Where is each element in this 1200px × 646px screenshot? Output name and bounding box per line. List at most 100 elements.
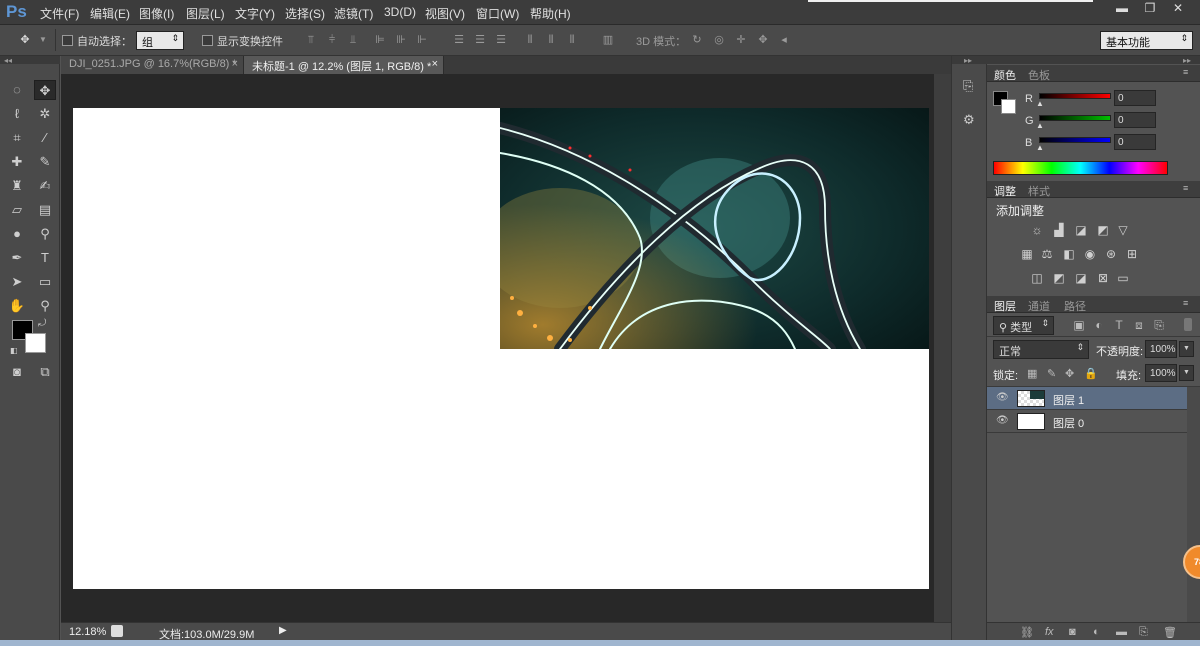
restore-button[interactable]: ❐ (1136, 0, 1164, 18)
distribute-bottom-icon[interactable]: ☰ (494, 33, 508, 47)
eraser-tool-icon[interactable]: ▱ (6, 200, 28, 220)
slide-3d-icon[interactable]: ✥ (756, 33, 770, 47)
default-colors-icon[interactable]: ◧ (10, 346, 18, 355)
filter-pixel-icon[interactable]: ▣ (1071, 318, 1087, 332)
auto-select-checkbox[interactable] (62, 35, 73, 46)
layers-scrollbar[interactable] (1187, 387, 1200, 623)
swap-colors-icon[interactable]: ⤾ (38, 318, 46, 329)
tab-paths[interactable]: 路径 (1064, 298, 1086, 314)
status-menu-arrow-icon[interactable]: ▶ (279, 625, 287, 636)
close-window-button[interactable]: ✕ (1164, 0, 1192, 18)
tab-close-icon[interactable]: × (432, 58, 438, 70)
lock-pixels-icon[interactable]: ✎ (1047, 367, 1056, 380)
zoom-tool-icon[interactable]: ⚲ (34, 296, 56, 316)
type-tool-icon[interactable]: T (34, 248, 56, 268)
channel-mixer-icon[interactable]: ⊛ (1103, 247, 1119, 261)
exposure-icon[interactable]: ◩ (1095, 223, 1111, 237)
auto-select-dropdown[interactable]: 组 ⇕ (136, 31, 184, 50)
path-select-tool-icon[interactable]: ➤ (6, 272, 28, 292)
trash-icon[interactable]: 🗑 (1163, 626, 1177, 639)
toolbox-collapse-icon[interactable]: ◂◂ (0, 56, 60, 65)
brush-tool-icon[interactable]: ✎ (34, 152, 56, 172)
tab-close-icon[interactable]: × (232, 58, 238, 70)
eyedropper-tool-icon[interactable]: ⁄ (34, 128, 56, 148)
align-right-icon[interactable]: ⊩ (415, 33, 429, 47)
layer-name[interactable]: 图层 1 (1053, 392, 1084, 408)
lasso-tool-icon[interactable]: ℓ (6, 104, 28, 124)
rotate-3d-icon[interactable]: ↻ (690, 33, 704, 47)
filter-smart-object-icon[interactable]: ⎘ (1151, 318, 1167, 332)
panel-menu-icon[interactable]: ≡ (1183, 298, 1188, 308)
fill-dropdown-icon[interactable]: ▼ (1179, 365, 1194, 381)
menu-type[interactable]: 文字(Y) (235, 5, 275, 22)
panel-menu-icon[interactable]: ≡ (1183, 67, 1188, 77)
align-left-icon[interactable]: ⊫ (373, 33, 387, 47)
brightness-icon[interactable]: ☼ (1029, 223, 1045, 237)
channel-r-slider[interactable] (1039, 93, 1111, 99)
menu-edit[interactable]: 编辑(E) (90, 5, 130, 22)
posterize-icon[interactable]: ◩ (1051, 271, 1067, 285)
gradient-tool-icon[interactable]: ▤ (34, 200, 56, 220)
panel-menu-icon[interactable]: ≡ (1183, 183, 1188, 193)
selective-color-icon[interactable]: ⊠ (1095, 271, 1111, 285)
move-tool-icon[interactable]: ✥ (34, 80, 56, 100)
tab-untitled-1[interactable]: 未标题-1 @ 12.2% (图层 1, RGB/8) * × (244, 56, 444, 74)
levels-icon[interactable]: ▟ (1051, 223, 1067, 237)
hand-tool-icon[interactable]: ✋ (6, 296, 28, 316)
history-brush-tool-icon[interactable]: ✍ (34, 176, 56, 196)
show-transform-checkbox[interactable] (202, 35, 213, 46)
distribute-vcenter-icon[interactable]: ☰ (473, 33, 487, 47)
color-balance-icon[interactable]: ⚖ (1039, 247, 1055, 261)
new-adjustment-layer-icon[interactable]: ◐ (1093, 626, 1100, 638)
distribute-left-icon[interactable]: ⫴ (523, 33, 537, 47)
quick-mask-icon[interactable]: ◙ (6, 362, 28, 382)
align-bottom-icon[interactable]: ⫫ (346, 33, 360, 47)
filter-type-icon[interactable]: T (1111, 318, 1127, 332)
tab-color[interactable]: 颜色 (994, 67, 1016, 83)
menu-file[interactable]: 文件(F) (40, 5, 79, 22)
menu-layer[interactable]: 图层(L) (186, 5, 225, 22)
curves-icon[interactable]: ◪ (1073, 223, 1089, 237)
distribute-hcenter-icon[interactable]: ⫴ (544, 33, 558, 47)
channel-b-slider[interactable] (1039, 137, 1111, 143)
marquee-tool-icon[interactable]: ◌ (6, 80, 28, 100)
zoom-level[interactable]: 12.18% (69, 626, 106, 638)
pen-tool-icon[interactable]: ✒ (6, 248, 28, 268)
menu-image[interactable]: 图像(I) (139, 5, 174, 22)
distribute-right-icon[interactable]: ⫴ (565, 33, 579, 47)
layer-filter-dropdown[interactable]: ⚲ 类型 ⇕ (993, 316, 1054, 335)
minimize-button[interactable]: ▬ (1108, 0, 1136, 18)
layer-row-layer-1[interactable]: 👁 图层 1 (987, 387, 1187, 410)
menu-filter[interactable]: 滤镜(T) (334, 5, 373, 22)
opacity-value[interactable]: 100% (1145, 340, 1177, 358)
vibrance-icon[interactable]: ▽ (1115, 223, 1131, 237)
color-spectrum-ramp[interactable] (993, 161, 1168, 175)
blur-tool-icon[interactable]: ● (6, 224, 28, 244)
properties-panel-icon[interactable]: ⚙ (963, 112, 975, 128)
history-panel-icon[interactable]: ⎘ (963, 78, 973, 94)
tab-adjustments[interactable]: 调整 (994, 183, 1016, 199)
menu-select[interactable]: 选择(S) (285, 5, 325, 22)
zoom-preview-icon[interactable] (111, 625, 123, 637)
rectangle-tool-icon[interactable]: ▭ (34, 272, 56, 292)
clone-stamp-tool-icon[interactable]: ♜ (6, 176, 28, 196)
chevron-down-icon[interactable]: ▼ (36, 33, 50, 47)
menu-window[interactable]: 窗口(W) (476, 5, 519, 22)
distribute-top-icon[interactable]: ☰ (452, 33, 466, 47)
auto-align-icon[interactable]: ▥ (601, 33, 615, 47)
new-group-icon[interactable]: ▬ (1116, 626, 1127, 638)
vertical-scrollbar[interactable] (934, 74, 951, 622)
slider-thumb-icon[interactable]: ▲ (1036, 143, 1044, 152)
layer-row-layer-0[interactable]: 👁 图层 0 (987, 410, 1187, 433)
tab-channels[interactable]: 通道 (1028, 298, 1050, 314)
drag-3d-icon[interactable]: ✛ (734, 33, 748, 47)
menu-view[interactable]: 视图(V) (425, 5, 465, 22)
lock-all-icon[interactable]: 🔒 (1084, 367, 1098, 380)
invert-icon[interactable]: ◫ (1029, 271, 1045, 285)
slider-thumb-icon[interactable]: ▲ (1036, 121, 1044, 130)
tab-dji-0251[interactable]: DJI_0251.JPG @ 16.7%(RGB/8) * × (61, 56, 244, 74)
gradient-map-icon[interactable]: ▭ (1115, 271, 1131, 285)
lock-transparent-icon[interactable]: ▦ (1027, 367, 1037, 380)
photo-filter-icon[interactable]: ◉ (1082, 247, 1098, 261)
dodge-tool-icon[interactable]: ⚲ (34, 224, 56, 244)
